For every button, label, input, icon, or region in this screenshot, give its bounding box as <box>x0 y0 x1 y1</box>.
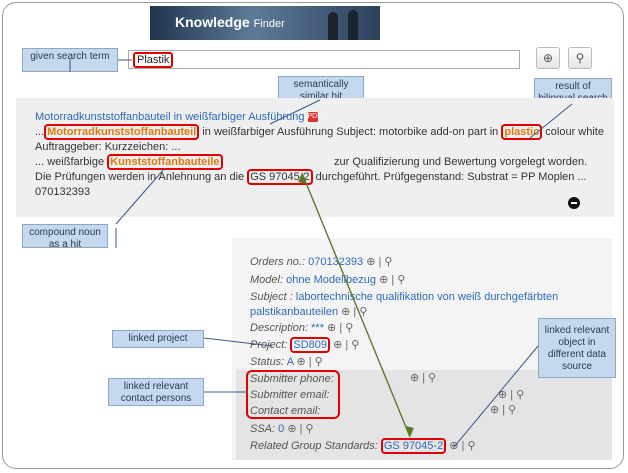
link-arrow <box>301 172 411 438</box>
connector-lines <box>69 58 573 448</box>
